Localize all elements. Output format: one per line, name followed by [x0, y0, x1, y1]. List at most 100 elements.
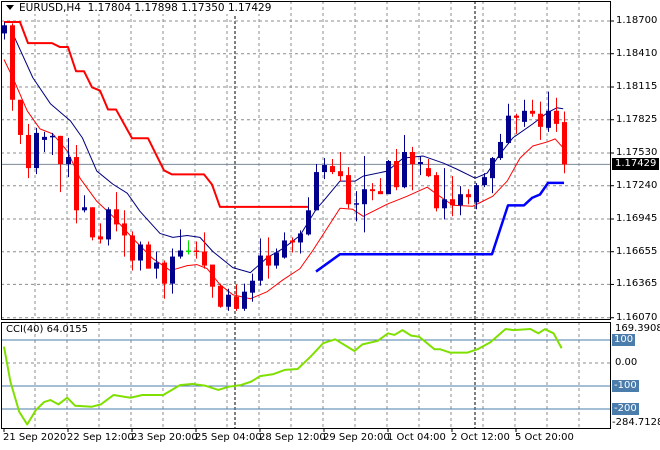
candle[interactable] [98, 223, 103, 244]
candle[interactable] [194, 241, 199, 259]
candle[interactable] [266, 237, 271, 279]
fast-moving-average-line [3, 59, 564, 300]
candle[interactable] [386, 159, 391, 195]
candle[interactable] [258, 238, 263, 286]
candle-body [186, 250, 191, 252]
candle-body [90, 207, 95, 238]
candle-body [10, 25, 15, 100]
candle-body [154, 262, 159, 269]
candle[interactable] [202, 232, 207, 269]
candle[interactable] [442, 168, 447, 220]
candle[interactable] [218, 283, 223, 308]
candle[interactable] [90, 207, 95, 241]
candle[interactable] [42, 131, 47, 152]
candle-body [426, 168, 431, 177]
candle[interactable] [410, 146, 415, 191]
ohlc-low: 1.17350 [181, 2, 225, 14]
candle[interactable] [314, 164, 319, 211]
candle[interactable] [338, 151, 343, 182]
candle[interactable] [458, 186, 463, 216]
candle[interactable] [10, 23, 15, 111]
ohlc-open: 1.17804 [87, 2, 132, 14]
candle-body [266, 255, 271, 266]
candle[interactable] [530, 99, 535, 117]
candle[interactable] [58, 135, 63, 193]
candle[interactable] [186, 240, 191, 255]
candle-body [298, 233, 303, 243]
candle[interactable] [282, 232, 287, 259]
candle-body [82, 207, 87, 211]
candle-body [42, 136, 47, 140]
main-price-panel[interactable] [2, 21, 567, 311]
candle[interactable] [506, 103, 511, 144]
candle[interactable] [554, 97, 559, 132]
cci-panel[interactable] [1, 327, 610, 426]
candle[interactable] [306, 197, 311, 236]
candle[interactable] [34, 127, 39, 175]
candle[interactable] [498, 133, 503, 160]
candle[interactable] [138, 241, 143, 271]
candle[interactable] [154, 251, 159, 279]
candle[interactable] [2, 22, 7, 40]
candle[interactable] [434, 172, 439, 212]
candle[interactable] [122, 210, 127, 257]
candle-body [370, 189, 375, 192]
price-axis-label: 1.17825 [616, 113, 658, 125]
candle-body [402, 151, 407, 188]
candle-body [450, 199, 455, 206]
candle-body [434, 175, 439, 209]
candle[interactable] [130, 231, 135, 271]
candle[interactable] [362, 156, 367, 233]
candle[interactable] [50, 132, 55, 156]
candle-body [210, 264, 215, 287]
candle-body [250, 280, 255, 293]
candle[interactable] [466, 189, 471, 205]
candle[interactable] [18, 99, 23, 144]
candle-body [218, 285, 223, 307]
dropdown-triangle-icon[interactable] [6, 5, 14, 10]
cci-indicator-label: CCI(40) 64.0155 [6, 324, 88, 335]
candle[interactable] [146, 241, 151, 269]
candle[interactable] [346, 167, 351, 209]
price-axis-label: 1.18700 [616, 15, 658, 26]
ohlc-close: 1.17429 [227, 2, 272, 14]
candle-body [530, 110, 535, 114]
candle-body [474, 185, 479, 203]
candle-body [322, 165, 327, 173]
candle[interactable] [82, 195, 87, 213]
candle[interactable] [162, 260, 167, 299]
candle-body [346, 175, 351, 205]
candle[interactable] [538, 101, 543, 140]
time-axis-label: 29 Sep 20:00 [323, 432, 390, 443]
candle[interactable] [426, 158, 431, 178]
candle[interactable] [378, 178, 383, 195]
candle[interactable] [210, 264, 215, 298]
candle[interactable] [394, 148, 399, 191]
candle[interactable] [562, 111, 567, 174]
time-axis-label: 25 Sep 04:00 [195, 432, 262, 443]
candle-body [522, 110, 527, 122]
last-price-tag: 1.17429 [612, 158, 660, 171]
candle[interactable] [298, 230, 303, 254]
candle-body [314, 172, 319, 211]
chart-canvas[interactable] [0, 0, 660, 450]
candle[interactable] [490, 157, 495, 194]
candle[interactable] [114, 192, 119, 232]
candle-body [138, 244, 143, 261]
time-axis-label: 1 Oct 04:00 [387, 432, 446, 443]
candle[interactable] [242, 283, 247, 311]
candle[interactable] [106, 207, 111, 246]
candle-body [130, 235, 135, 261]
candle[interactable] [170, 248, 175, 294]
candle[interactable] [330, 158, 335, 175]
price-axis-label: 1.17240 [616, 179, 658, 191]
candle[interactable] [74, 144, 79, 224]
time-axis-label: 23 Sep 20:00 [131, 432, 198, 443]
candle[interactable] [178, 229, 183, 259]
ohlc-high: 1.17898 [134, 2, 178, 14]
candle[interactable] [26, 123, 31, 179]
candle[interactable] [522, 99, 527, 127]
candle[interactable] [402, 134, 407, 189]
candle-body [26, 134, 31, 169]
upper-band-line [4, 21, 308, 208]
